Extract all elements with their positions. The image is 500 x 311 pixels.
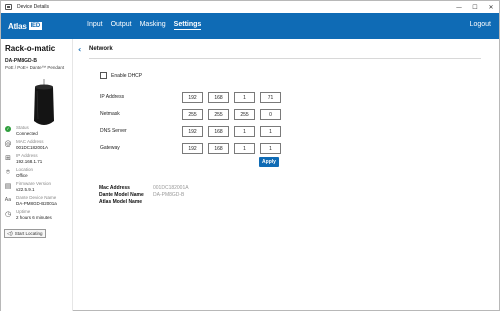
logout-link[interactable]: Logout <box>470 21 491 28</box>
firmware-value: v22.5.9.1 <box>16 187 35 192</box>
section-divider <box>89 58 481 59</box>
ip-address-label: IP Address <box>100 94 125 100</box>
dante-model-meta-value: DA-PM8GD-B <box>153 192 185 198</box>
top-nav-bar: Atlas IED Input Output Masking Settings L… <box>1 13 499 39</box>
dante-name-value: DA-PM8GD-B2001a <box>16 201 57 206</box>
dns-octet-4[interactable]: 1 <box>260 126 281 137</box>
gateway-octet-2[interactable]: 168 <box>208 143 229 154</box>
section-title: Network <box>89 46 113 52</box>
netmask-label: Netmask <box>100 111 120 117</box>
nav-tabs: Input Output Masking Settings <box>87 21 202 30</box>
enable-dhcp-checkbox[interactable] <box>100 72 107 79</box>
netmask-octet-2[interactable]: 255 <box>208 109 229 120</box>
tab-output[interactable]: Output <box>111 21 132 30</box>
enable-dhcp-label: Enable DHCP <box>111 72 143 79</box>
device-details-window: Device Details — ☐ ✕ Atlas IED Input Outp… <box>0 0 500 311</box>
tab-input[interactable]: Input <box>87 21 103 30</box>
location-value: Office <box>16 173 28 178</box>
ip-octet-4[interactable]: 71 <box>260 92 281 103</box>
title-bar: Device Details — ☐ ✕ <box>1 1 499 13</box>
firmware-label: Firmware Version <box>16 181 52 186</box>
uptime-value: 2 hours 6 minutes <box>16 215 52 220</box>
dns-octet-1[interactable]: 192 <box>182 126 203 137</box>
dante-model-meta-label: Dante Model Name <box>99 192 144 198</box>
ip-label: IP Address <box>16 153 38 158</box>
apply-button[interactable]: Apply <box>259 157 279 167</box>
ip-address-row: IP Address 192 168 1 71 <box>100 92 300 103</box>
ip-octet-3[interactable]: 1 <box>234 92 255 103</box>
ip-octet-1[interactable]: 192 <box>182 92 203 103</box>
dante-name-label: Dante Device Name <box>16 195 57 200</box>
location-pin-icon: ⌾ <box>5 168 11 176</box>
dhcp-option: Enable DHCP <box>100 72 142 79</box>
netmask-octet-4[interactable]: 0 <box>260 109 281 120</box>
check-circle-icon: ✓ <box>5 126 11 132</box>
mac-value: 001DC182001A <box>16 145 49 150</box>
gateway-row: Gateway 192 168 1 1 <box>100 143 300 154</box>
status-value: Connected <box>16 131 38 136</box>
window-title: Device Details <box>17 4 49 10</box>
device-model: DA-PM8GD-B <box>5 58 37 64</box>
netmask-octet-1[interactable]: 255 <box>182 109 203 120</box>
device-name: Rack-o-matic <box>5 44 56 53</box>
start-locating-label: Start Locating <box>14 231 43 236</box>
minimize-button[interactable]: — <box>451 1 467 13</box>
location-label: Location <box>16 167 34 172</box>
netmask-row: Netmask 255 255 255 0 <box>100 109 300 120</box>
ip-value: 192.168.1.71 <box>16 159 43 164</box>
gateway-label: Gateway <box>100 145 120 151</box>
pendant-speaker-image <box>34 79 54 125</box>
back-chevron-icon[interactable]: ‹ <box>78 45 81 54</box>
at-sign-icon: @ <box>4 140 12 148</box>
gateway-octet-1[interactable]: 192 <box>182 143 203 154</box>
uptime-label: Uptime <box>16 209 31 214</box>
tab-settings[interactable]: Settings <box>173 21 202 30</box>
mac-address-meta-value: 001DC182001A <box>153 185 189 191</box>
device-description: PoE / PoE+ Dante™ Pendant <box>5 65 65 70</box>
dns-server-label: DNS Server <box>100 128 127 134</box>
dns-octet-3[interactable]: 1 <box>234 126 255 137</box>
mac-address-meta-label: Mac Address <box>99 185 130 191</box>
device-sidebar: Rack-o-matic DA-PM8GD-B PoE / PoE+ Dante… <box>1 39 73 311</box>
app-window-icon <box>5 4 12 10</box>
atlas-model-meta-label: Atlas Model Name <box>99 199 143 205</box>
netmask-octet-3[interactable]: 255 <box>234 109 255 120</box>
dns-octet-2[interactable]: 168 <box>208 126 229 137</box>
atlasied-logo: Atlas IED <box>8 21 42 31</box>
start-locating-button[interactable]: ◁) Start Locating <box>4 229 46 238</box>
network-icon: ⊞ <box>5 154 11 162</box>
dns-server-row: DNS Server 192 168 1 1 <box>100 126 300 137</box>
mac-label: MAC Address <box>16 139 44 144</box>
speaker-icon: ◁) <box>7 230 13 237</box>
window-controls: — ☐ ✕ <box>451 1 499 13</box>
text-icon: Aa <box>4 197 12 203</box>
gateway-octet-3[interactable]: 1 <box>234 143 255 154</box>
maximize-button[interactable]: ☐ <box>467 1 483 13</box>
gateway-octet-4[interactable]: 1 <box>260 143 281 154</box>
clock-icon: ◷ <box>4 210 12 218</box>
tab-masking[interactable]: Masking <box>140 21 166 30</box>
ip-octet-2[interactable]: 168 <box>208 92 229 103</box>
close-button[interactable]: ✕ <box>483 1 499 13</box>
status-label: Status <box>16 125 29 130</box>
firmware-icon: ▤ <box>4 182 12 190</box>
